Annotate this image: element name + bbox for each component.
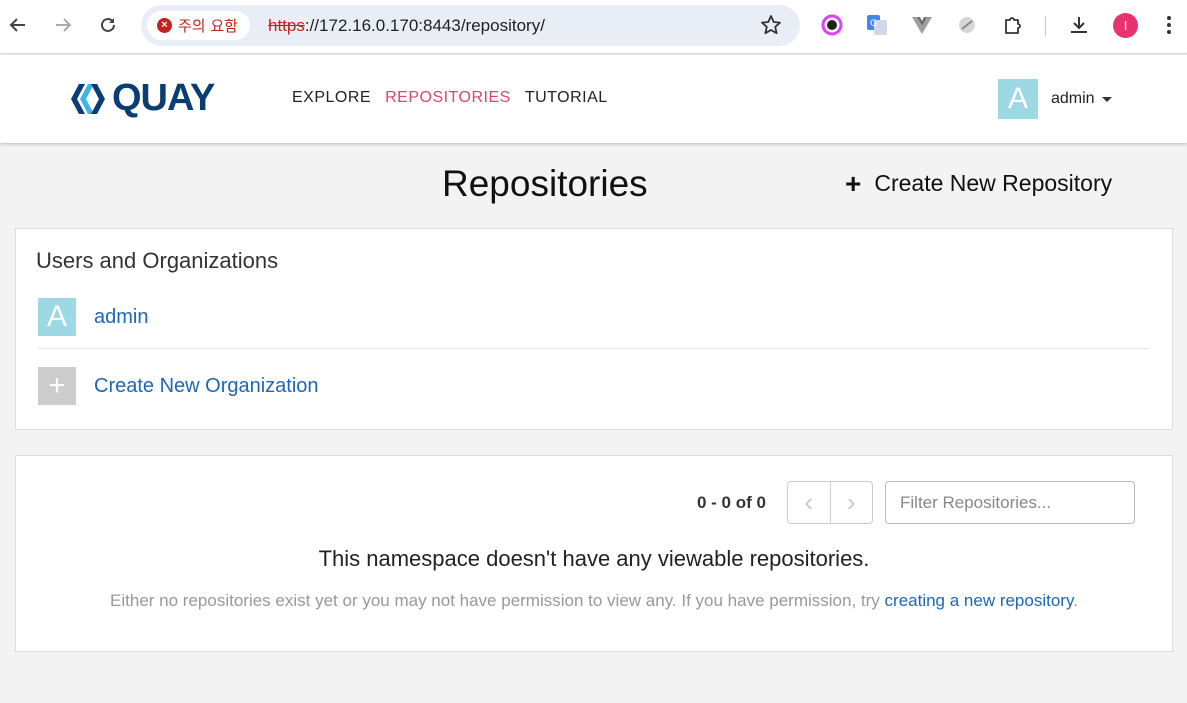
prev-page-chevron-icon[interactable]: ‹ xyxy=(788,482,830,523)
toolbar-divider xyxy=(1045,16,1046,36)
back-arrow-icon[interactable] xyxy=(6,13,30,37)
create-organization-item[interactable]: + Create New Organization xyxy=(38,367,319,405)
color-picker-extension-icon[interactable] xyxy=(820,13,844,37)
insecure-warning-icon: × xyxy=(157,18,172,33)
bookmark-star-icon[interactable] xyxy=(760,14,782,36)
user-avatar: A xyxy=(998,79,1038,119)
org-item-admin[interactable]: A admin xyxy=(38,298,148,336)
url-path: ://172.16.0.170:8443/repository/ xyxy=(304,16,545,35)
org-avatar: A xyxy=(38,298,76,336)
nav-explore[interactable]: EXPLORE xyxy=(292,89,371,107)
translate-extension-icon[interactable]: G xyxy=(865,13,889,37)
plus-icon: + xyxy=(845,167,862,199)
next-page-chevron-icon[interactable]: › xyxy=(829,482,873,523)
empty-state-description: Either no repositories exist yet or you … xyxy=(16,591,1172,611)
profile-avatar[interactable]: I xyxy=(1113,13,1138,38)
security-chip[interactable]: × 주의 요함 xyxy=(147,11,250,40)
empty-desc-text: Either no repositories exist yet or you … xyxy=(110,591,885,610)
extension-blocked-icon[interactable] xyxy=(955,13,979,37)
pagination-count: 0 - 0 of 0 xyxy=(697,493,766,512)
panel-heading: Users and Organizations xyxy=(36,248,279,273)
app-header: QUAY EXPLORE REPOSITORIES TUTORIAL A adm… xyxy=(0,55,1187,143)
download-icon[interactable] xyxy=(1067,13,1091,37)
add-org-plus-icon: + xyxy=(38,367,76,405)
security-label: 주의 요함 xyxy=(178,17,238,35)
create-repository-link[interactable]: creating a new repository xyxy=(885,591,1074,610)
quay-logo-icon xyxy=(71,83,105,114)
logo-text: QUAY xyxy=(112,77,215,119)
create-repository-button[interactable]: + Create New Repository xyxy=(845,167,1113,199)
browser-toolbar: × 주의 요함 https://172.16.0.170:8443/reposi… xyxy=(0,0,1187,54)
repositories-panel: 0 - 0 of 0 ‹ › This namespace doesn't ha… xyxy=(15,455,1173,652)
nav-tutorial[interactable]: TUTORIAL xyxy=(525,89,608,107)
extensions-puzzle-icon[interactable] xyxy=(1001,13,1025,37)
user-name: admin xyxy=(1051,90,1095,107)
divider xyxy=(38,348,1150,349)
filter-repositories-input[interactable] xyxy=(885,481,1135,524)
browser-menu-icon[interactable] xyxy=(1157,13,1181,37)
org-link-admin[interactable]: admin xyxy=(94,306,148,329)
reload-icon[interactable] xyxy=(96,13,120,37)
vue-devtools-extension-icon[interactable] xyxy=(910,13,934,37)
quay-logo[interactable]: QUAY xyxy=(70,77,215,120)
pagination-controls: ‹ › xyxy=(787,481,873,524)
user-menu[interactable]: A admin xyxy=(998,79,1112,119)
svg-text:G: G xyxy=(870,19,877,29)
page-title: Repositories xyxy=(442,163,648,204)
forward-arrow-icon[interactable] xyxy=(51,13,75,37)
users-orgs-panel: Users and Organizations A admin + Create… xyxy=(15,228,1173,430)
create-organization-link[interactable]: Create New Organization xyxy=(94,375,319,398)
main-nav: EXPLORE REPOSITORIES TUTORIAL xyxy=(292,89,608,107)
address-bar[interactable]: × 주의 요함 https://172.16.0.170:8443/reposi… xyxy=(141,5,800,46)
url-scheme: https xyxy=(268,16,305,35)
caret-down-icon xyxy=(1101,96,1112,102)
empty-state-title: This namespace doesn't have any viewable… xyxy=(318,546,870,571)
nav-repositories[interactable]: REPOSITORIES xyxy=(385,89,511,107)
url-text[interactable]: https://172.16.0.170:8443/repository/ xyxy=(268,16,545,36)
empty-desc-suffix: . xyxy=(1073,591,1078,610)
create-repository-label: Create New Repository xyxy=(874,170,1113,196)
